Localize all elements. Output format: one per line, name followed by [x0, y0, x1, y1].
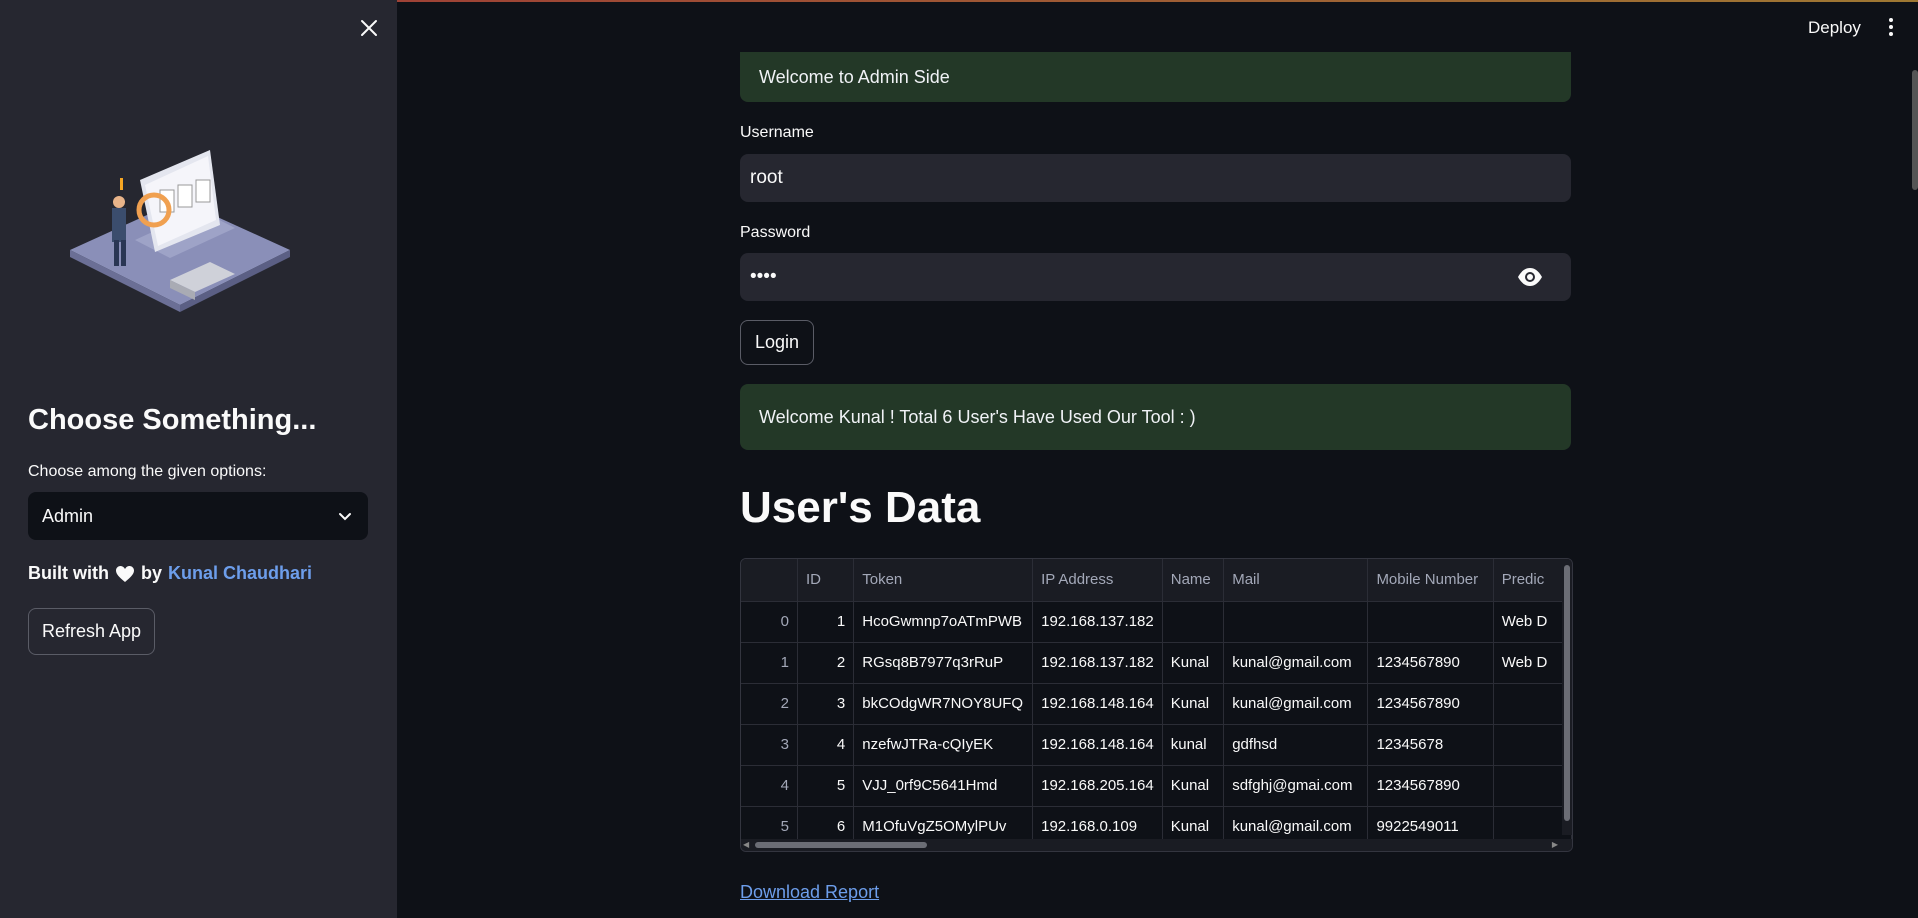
table-row: 3 4 nzefwJTRa-cQIyEK 192.168.148.164 kunal gd…: [741, 724, 1572, 766]
download-report-link[interactable]: Download Report: [740, 882, 879, 903]
table-horizontal-scroll-thumb[interactable]: [755, 842, 927, 848]
table-cell[interactable]: 5: [797, 765, 855, 807]
table-cell[interactable]: [1367, 601, 1494, 643]
select-label: Choose among the given options:: [28, 463, 267, 480]
sidebar-title: Choose Something...: [28, 404, 317, 436]
username-label: Username: [740, 124, 814, 141]
scroll-right-arrow-icon[interactable]: ▶: [1552, 840, 1558, 849]
table-cell[interactable]: kunal@gmail.com: [1223, 683, 1369, 725]
column-header[interactable]: IP Address: [1032, 559, 1163, 602]
table-cell[interactable]: 1: [797, 601, 855, 643]
table-cell[interactable]: sdfghj@gmai.com: [1223, 765, 1369, 807]
table-vertical-scroll-thumb[interactable]: [1564, 565, 1570, 821]
table-cell[interactable]: 0: [741, 601, 798, 643]
heart-icon: [115, 565, 134, 582]
login-button[interactable]: Login: [740, 320, 814, 365]
select-value: Admin: [42, 505, 94, 526]
built-with-credit: Built with by Kunal Chaudhari: [28, 563, 312, 584]
table-cell[interactable]: 12345678: [1367, 724, 1494, 766]
table-cell[interactable]: Web D: [1493, 601, 1572, 643]
password-label: Password: [740, 224, 811, 241]
table-cell[interactable]: nzefwJTRa-cQIyEK: [853, 724, 1034, 766]
table-cell[interactable]: 192.168.137.182: [1032, 642, 1163, 684]
table-cell[interactable]: gdfhsd: [1223, 724, 1369, 766]
close-sidebar-button[interactable]: [356, 18, 382, 44]
table-cell[interactable]: Kunal: [1162, 642, 1225, 684]
table-cell[interactable]: 1: [741, 642, 798, 684]
table-cell[interactable]: 1234567890: [1367, 642, 1494, 684]
table-row: 2 3 bkCOdgWR7NOY8UFQ 192.168.148.164 Kunal ku…: [741, 683, 1572, 725]
admin-illustration: [70, 150, 290, 312]
table-cell[interactable]: Kunal: [1162, 765, 1225, 807]
close-icon: [361, 20, 377, 36]
section-title: User's Data: [740, 483, 981, 532]
deploy-button[interactable]: Deploy: [1800, 14, 1869, 42]
admin-welcome-alert: Welcome to Admin Side: [740, 52, 1571, 102]
table-cell[interactable]: Kunal: [1162, 683, 1225, 725]
column-header[interactable]: Predic: [1493, 559, 1572, 602]
password-value: ••••: [750, 266, 777, 287]
table-cell[interactable]: kunal@gmail.com: [1223, 642, 1369, 684]
table-cell[interactable]: HcoGwmnp7oATmPWB: [853, 601, 1034, 643]
scroll-left-arrow-icon[interactable]: ◀: [743, 840, 749, 849]
table-cell[interactable]: [1493, 683, 1572, 725]
kebab-menu-icon[interactable]: [1885, 16, 1897, 38]
table-cell[interactable]: kunal: [1162, 724, 1225, 766]
username-value: root: [750, 167, 783, 188]
refresh-app-button[interactable]: Refresh App: [28, 608, 155, 655]
column-header[interactable]: Mobile Number: [1367, 559, 1494, 602]
password-input[interactable]: ••••: [740, 253, 1571, 301]
table-row: 0 1 HcoGwmnp7oATmPWB 192.168.137.182 Web D: [741, 601, 1572, 643]
built-prefix: Built with: [28, 563, 109, 583]
user-welcome-alert: Welcome Kunal ! Total 6 User's Have Used…: [740, 384, 1571, 450]
table-row: 4 5 VJJ_0rf9C5641Hmd 192.168.205.164 Kunal sd…: [741, 765, 1572, 807]
table-cell[interactable]: 192.168.148.164: [1032, 724, 1163, 766]
sidebar: Choose Something... Choose among the giv…: [0, 0, 397, 918]
table-cell[interactable]: [1223, 601, 1369, 643]
table-cell[interactable]: 192.168.137.182: [1032, 601, 1163, 643]
table-cell[interactable]: 3: [741, 724, 798, 766]
column-header[interactable]: ID: [797, 559, 855, 602]
column-header[interactable]: Mail: [1223, 559, 1369, 602]
table-cell[interactable]: [1162, 601, 1225, 643]
page-scrollbar[interactable]: [1912, 70, 1918, 190]
table-cell[interactable]: [1493, 765, 1572, 807]
table-cell[interactable]: 1234567890: [1367, 683, 1494, 725]
table-cell[interactable]: VJJ_0rf9C5641Hmd: [853, 765, 1034, 807]
author-link[interactable]: Kunal Chaudhari: [168, 563, 312, 584]
table-cell[interactable]: 2: [797, 642, 855, 684]
table-header-row: ID Token IP Address Name Mail Mobile Number Pr…: [741, 559, 1572, 602]
table-cell[interactable]: 4: [797, 724, 855, 766]
column-header[interactable]: [741, 559, 798, 602]
users-table: ID Token IP Address Name Mail Mobile Number Pr…: [741, 559, 1572, 848]
table-cell[interactable]: 3: [797, 683, 855, 725]
table-cell[interactable]: 1234567890: [1367, 765, 1494, 807]
table-cell[interactable]: 4: [741, 765, 798, 807]
users-data-table[interactable]: ID Token IP Address Name Mail Mobile Number Pr…: [740, 558, 1573, 852]
table-horizontal-scrollbar[interactable]: ◀ ▶: [741, 839, 1572, 851]
built-by: by: [140, 563, 162, 583]
eye-icon[interactable]: [1517, 267, 1543, 287]
table-cell[interactable]: [1493, 724, 1572, 766]
column-header[interactable]: Name: [1162, 559, 1225, 602]
chevron-down-icon: [339, 513, 351, 521]
table-row: 1 2 RGsq8B7977q3rRuP 192.168.137.182 Kunal ku…: [741, 642, 1572, 684]
table-cell[interactable]: 2: [741, 683, 798, 725]
column-header[interactable]: Token: [853, 559, 1034, 602]
table-vertical-scrollbar[interactable]: [1562, 559, 1572, 835]
table-cell[interactable]: 192.168.205.164: [1032, 765, 1163, 807]
username-input[interactable]: root: [740, 154, 1571, 202]
table-cell[interactable]: bkCOdgWR7NOY8UFQ: [853, 683, 1034, 725]
option-select[interactable]: Admin: [28, 492, 368, 540]
table-cell[interactable]: 192.168.148.164: [1032, 683, 1163, 725]
table-cell[interactable]: Web D: [1493, 642, 1572, 684]
admin-welcome-text: Welcome to Admin Side: [759, 66, 950, 87]
user-welcome-text: Welcome Kunal ! Total 6 User's Have Used…: [759, 406, 1196, 427]
table-cell[interactable]: RGsq8B7977q3rRuP: [853, 642, 1034, 684]
